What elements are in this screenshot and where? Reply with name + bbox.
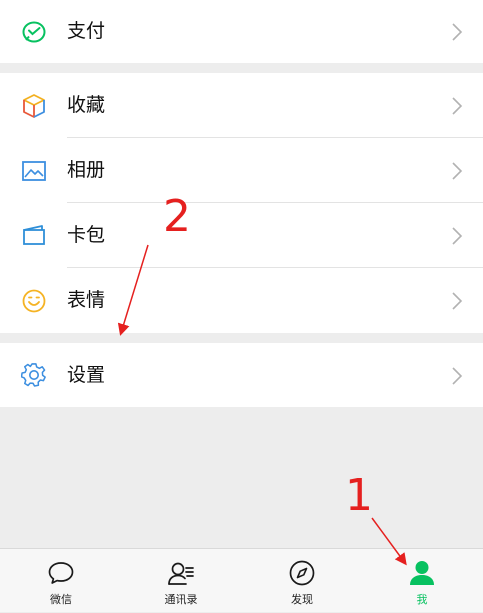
compass-icon [288, 559, 316, 587]
menu-item-favorites[interactable]: 收藏 [0, 73, 483, 138]
tab-chats-label: 微信 [50, 593, 72, 606]
menu-item-pay-label: 支付 [67, 20, 106, 42]
tab-me-label: 我 [416, 593, 428, 606]
tab-discover-label: 发现 [291, 593, 313, 606]
contacts-icon [167, 559, 195, 587]
person-icon [408, 559, 436, 587]
menu-item-favorites-label: 收藏 [67, 94, 106, 116]
menu-item-pay[interactable]: 支付 [0, 0, 483, 63]
gear-icon [20, 362, 47, 388]
chevron-right-icon [451, 160, 463, 182]
favorites-cube-icon [21, 93, 47, 119]
annotation-number-2: 2 [163, 191, 191, 242]
chevron-right-icon [451, 365, 463, 387]
chevron-right-icon [451, 290, 463, 312]
chevron-right-icon [451, 95, 463, 117]
album-picture-icon [21, 158, 47, 184]
menu-item-album-label: 相册 [67, 159, 106, 181]
menu-item-settings[interactable]: 设置 [0, 343, 483, 407]
menu-item-cards[interactable]: 卡包 [0, 203, 483, 268]
menu-item-stickers[interactable]: 表情 [0, 268, 483, 333]
menu-item-cards-label: 卡包 [67, 224, 106, 246]
menu-item-settings-label: 设置 [67, 364, 106, 386]
tab-contacts-label: 通讯录 [164, 593, 198, 606]
annotation-number-1: 1 [345, 470, 373, 521]
chevron-right-icon [451, 21, 463, 43]
chevron-right-icon [451, 225, 463, 247]
wechat-pay-icon [21, 19, 47, 45]
menu-group-pay: 支付 [0, 0, 483, 63]
menu-item-stickers-label: 表情 [67, 289, 106, 311]
menu-item-album[interactable]: 相册 [0, 138, 483, 203]
tab-me[interactable]: 我 [362, 549, 482, 613]
tab-discover[interactable]: 发现 [242, 549, 362, 613]
chat-bubble-icon [47, 559, 75, 587]
bottom-tab-bar: 微信 通讯录 发现 我 [0, 548, 483, 612]
card-wallet-icon [21, 223, 47, 249]
menu-group-settings: 设置 [0, 343, 483, 407]
tab-chats[interactable]: 微信 [1, 549, 121, 613]
tab-contacts[interactable]: 通讯录 [121, 549, 241, 613]
menu-group-main: 收藏 相册 卡包 表情 [0, 73, 483, 333]
smiley-icon [21, 288, 47, 314]
